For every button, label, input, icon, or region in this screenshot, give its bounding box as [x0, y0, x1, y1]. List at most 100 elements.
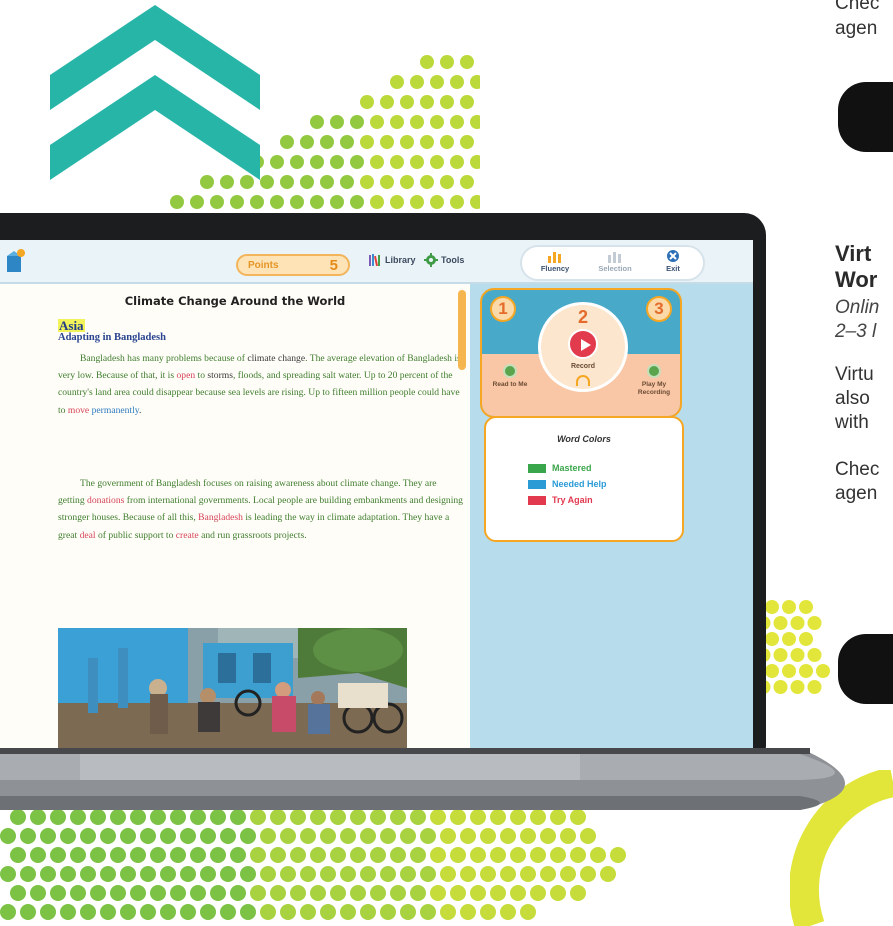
- dot: [20, 828, 36, 844]
- library-label: Library: [385, 255, 416, 265]
- dot: [430, 195, 444, 209]
- mastered-swatch: [528, 463, 546, 473]
- dot: [790, 648, 805, 662]
- dot: [260, 866, 276, 882]
- virtual-heading-line1: Virt: [835, 241, 872, 266]
- word-run: . The: [305, 353, 328, 364]
- word-run: and run grassroots projects.: [198, 529, 307, 541]
- dot: [500, 866, 516, 882]
- exit-button[interactable]: Exit: [648, 249, 698, 273]
- virtual-subtitle-line2: 2–3 l: [835, 321, 877, 342]
- dot: [807, 680, 822, 694]
- dot: [560, 866, 576, 882]
- dot: [60, 828, 76, 844]
- dot: [200, 866, 216, 882]
- mode-switcher: Fluency Selection Exit: [520, 245, 705, 281]
- cta-button-1[interactable]: [838, 82, 893, 152]
- dot: [400, 135, 414, 149]
- step-3-badge: 3: [646, 296, 672, 322]
- dot: [360, 95, 374, 109]
- selection-button[interactable]: Selection: [590, 249, 640, 273]
- dot: [360, 828, 376, 844]
- dot: [230, 847, 246, 863]
- dot: [370, 847, 386, 863]
- dot: [320, 904, 336, 920]
- dot: [330, 115, 344, 129]
- dot: [30, 847, 46, 863]
- record-button[interactable]: [568, 329, 598, 359]
- dot: [380, 904, 396, 920]
- library-button[interactable]: Library: [368, 253, 416, 267]
- dot: [410, 155, 424, 169]
- dot: [807, 616, 822, 630]
- dot: [20, 904, 36, 920]
- legend-item-try-again: Try Again: [528, 495, 593, 505]
- dot: [470, 847, 486, 863]
- dot: [370, 115, 384, 129]
- points-value: 5: [329, 256, 338, 274]
- word-run: Bangladesh has many problems because of: [80, 353, 248, 364]
- try-again-swatch: [528, 495, 546, 505]
- dot: [400, 904, 416, 920]
- selection-chart-icon: [608, 252, 621, 263]
- dot: [807, 648, 822, 662]
- dot: [10, 847, 26, 863]
- word-run: to: [195, 370, 208, 382]
- dot: [460, 828, 476, 844]
- dot: [500, 904, 516, 920]
- dot: [420, 175, 434, 189]
- dot: [570, 885, 586, 901]
- dot: [430, 115, 444, 129]
- chevron-up-icon: [50, 5, 260, 180]
- dot: [60, 866, 76, 882]
- dot: [210, 885, 226, 901]
- dot: [380, 866, 396, 882]
- dot: [40, 866, 56, 882]
- cta-button-2[interactable]: [838, 634, 893, 704]
- dot: [280, 175, 294, 189]
- dot: [510, 885, 526, 901]
- step-1-badge: 1: [490, 296, 516, 322]
- dot: [0, 904, 16, 920]
- dot: [350, 115, 364, 129]
- virtual-body-line1: Virtu: [835, 364, 874, 385]
- tools-label: Tools: [441, 255, 465, 265]
- virtual-body-line3: with: [835, 412, 869, 433]
- word-run: create: [175, 529, 199, 541]
- scrollbar-thumb[interactable]: [458, 290, 466, 370]
- marketing-page: Chec agen Virt Wor Onlin 2–3 l Virtu als…: [0, 0, 893, 926]
- dot: [390, 885, 406, 901]
- section-subheading: Adapting in Bangladesh: [58, 332, 166, 343]
- dot: [500, 828, 516, 844]
- dot: [340, 866, 356, 882]
- headphone-icon[interactable]: [576, 375, 590, 386]
- points-counter: Points 5: [236, 254, 350, 276]
- fluency-button[interactable]: Fluency: [530, 249, 580, 273]
- dot: [80, 904, 96, 920]
- dot: [782, 632, 796, 646]
- tools-button[interactable]: Tools: [424, 253, 464, 267]
- dot: [290, 885, 306, 901]
- paragraph-2: The government of Bangladesh focuses on …: [58, 475, 463, 544]
- play-recording-button[interactable]: Play My Recording: [626, 364, 680, 397]
- dot: [400, 828, 416, 844]
- recording-panel: 1 3 Read to Me Play My Recording 2 Recor…: [480, 288, 682, 418]
- story-title: Climate Change Around the World: [124, 294, 346, 308]
- dot: [460, 866, 476, 882]
- legend-item-mastered: Mastered: [528, 463, 592, 473]
- word-run: donations: [87, 495, 125, 507]
- dot: [290, 195, 304, 209]
- read-to-me-button[interactable]: Read to Me: [482, 364, 538, 389]
- dot: [460, 95, 474, 109]
- dot: [380, 95, 394, 109]
- dot: [90, 847, 106, 863]
- dot: [120, 904, 136, 920]
- dot: [560, 828, 576, 844]
- dot: [430, 885, 446, 901]
- dot: [370, 155, 384, 169]
- dot: [400, 866, 416, 882]
- dot: [440, 904, 456, 920]
- dot: [140, 904, 156, 920]
- dot: [510, 847, 526, 863]
- dot: [0, 866, 16, 882]
